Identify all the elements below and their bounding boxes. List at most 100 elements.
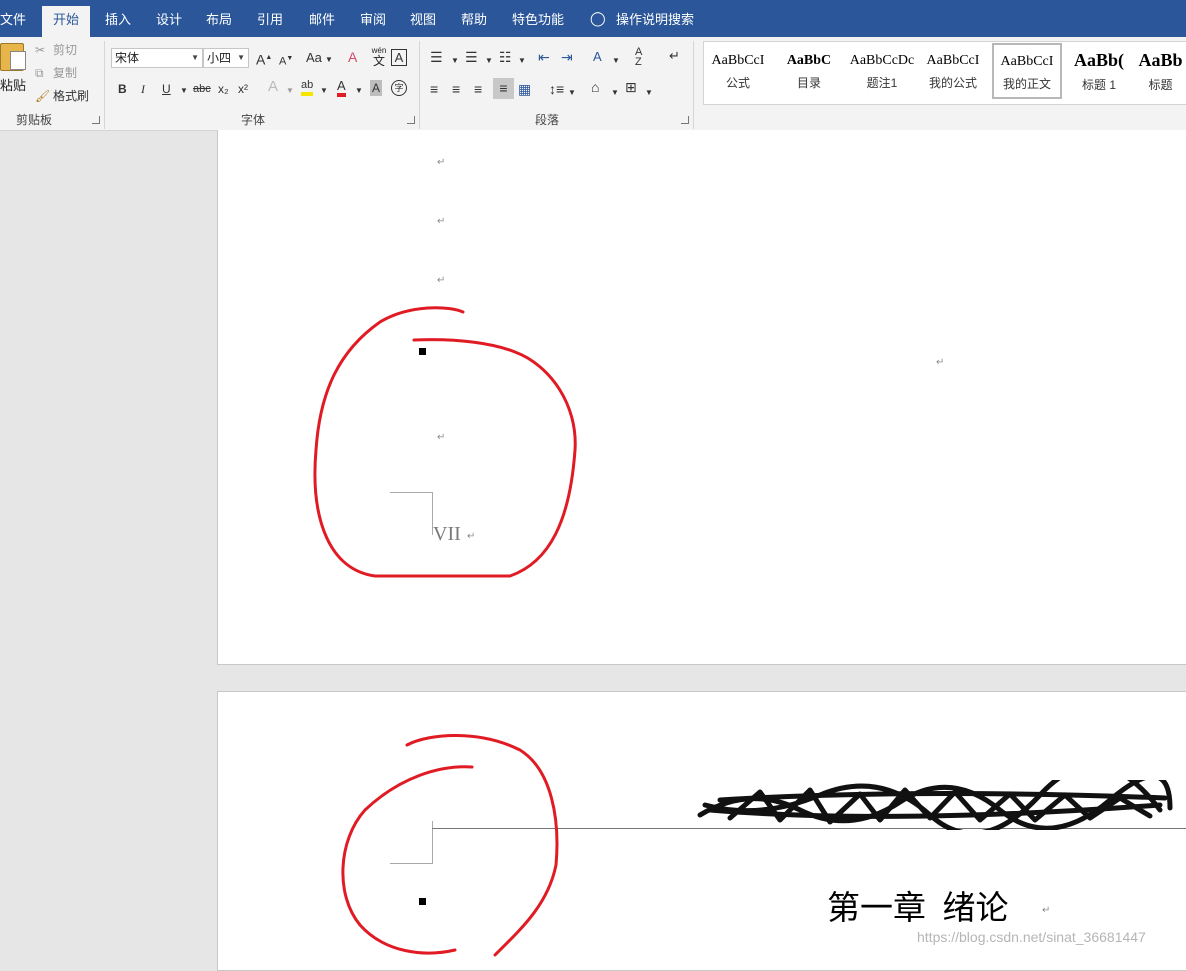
align-right-icon[interactable]: ≡ xyxy=(474,81,482,97)
chevron-down-icon[interactable]: ▼ xyxy=(451,53,459,69)
show-marks-icon[interactable]: ↵ xyxy=(669,48,680,64)
separator xyxy=(104,41,105,129)
tab-10[interactable]: 特色功能 xyxy=(512,0,564,37)
annotation-circle xyxy=(341,734,559,957)
page-icon xyxy=(10,51,26,70)
chevron-down-icon[interactable]: ▼ xyxy=(320,83,328,99)
superscript-button[interactable]: x² xyxy=(238,81,248,97)
clear-format-icon[interactable]: A xyxy=(348,49,357,65)
shading-icon[interactable]: ⌂ xyxy=(591,79,599,95)
chevron-down-icon[interactable]: ▼ xyxy=(355,83,363,99)
phonetic-guide-button[interactable]: wén 文 xyxy=(369,46,389,70)
subscript-button[interactable]: x₂ xyxy=(218,81,229,97)
format-painter-button[interactable]: 格式刷 xyxy=(53,88,89,104)
justify-icon[interactable]: ≡ xyxy=(493,78,514,99)
underline-button[interactable]: U xyxy=(162,81,171,97)
align-center-icon[interactable]: ≡ xyxy=(452,81,460,97)
text-effects-icon[interactable]: A xyxy=(268,79,278,95)
chinese-layout-icon[interactable]: A xyxy=(593,49,602,65)
style-name: 目录 xyxy=(796,76,821,90)
chevron-down-icon[interactable]: ▼ xyxy=(180,83,188,99)
style-name: 标题 xyxy=(1148,78,1173,92)
style-name: 我的公式 xyxy=(928,76,977,90)
clipboard-dialog-launcher[interactable] xyxy=(92,116,100,124)
paragraph-group-label: 段落 xyxy=(535,113,560,127)
style-preview: AaBb( xyxy=(1073,50,1124,70)
font-dialog-launcher[interactable] xyxy=(407,116,415,124)
tab-7[interactable]: 审阅 xyxy=(360,0,386,37)
line-spacing-icon[interactable]: ↕≡ xyxy=(549,81,564,97)
ribbon-home: 粘贴 ✂ 剪切 ⧉ 复制 🖌 格式刷 剪贴板 宋体 ▼ 小四 ▼ A▲ A▼ Aa … xyxy=(0,37,1186,131)
copy-button[interactable]: 复制 xyxy=(53,65,77,81)
chevron-down-icon[interactable]: ▼ xyxy=(325,52,333,68)
tab-8[interactable]: 视图 xyxy=(410,0,436,37)
strikethrough-button[interactable]: abc xyxy=(193,81,211,97)
style-preview: AaBbCcDc xyxy=(849,53,915,68)
shrink-font-icon[interactable]: A▼ xyxy=(279,51,293,70)
lightbulb-icon[interactable]: ◯ xyxy=(590,10,606,26)
style-preview: AaBbC xyxy=(786,53,832,68)
distributed-icon[interactable]: ▦ xyxy=(518,81,531,97)
tell-me-search[interactable]: 操作说明搜索 xyxy=(616,0,694,37)
character-border-button[interactable]: A xyxy=(391,49,407,66)
tab-3[interactable]: 设计 xyxy=(156,0,182,37)
italic-button[interactable]: I xyxy=(141,81,145,97)
tab-2[interactable]: 插入 xyxy=(105,0,131,37)
style-item-4[interactable]: AaBbCcI 我的正文 xyxy=(992,43,1062,99)
style-item-1[interactable]: AaBbC 目录 xyxy=(774,44,844,100)
tab-5[interactable]: 引用 xyxy=(257,0,283,37)
align-left-icon[interactable]: ≡ xyxy=(430,81,438,97)
chevron-down-icon[interactable]: ▼ xyxy=(645,85,653,101)
paintbrush-icon[interactable]: 🖌 xyxy=(35,88,50,104)
increase-indent-icon[interactable]: ⇥ xyxy=(561,49,573,65)
separator xyxy=(419,41,420,129)
tab-6[interactable]: 邮件 xyxy=(309,0,335,37)
chevron-down-icon[interactable]: ▼ xyxy=(286,83,294,99)
chevron-down-icon[interactable]: ▼ xyxy=(568,85,576,101)
chevron-down-icon[interactable]: ▼ xyxy=(485,53,493,69)
tab-4[interactable]: 布局 xyxy=(206,0,232,37)
highlight-icon[interactable]: ab xyxy=(301,79,314,96)
style-name: 我的正文 xyxy=(1002,77,1051,91)
tab-9[interactable]: 帮助 xyxy=(461,0,487,37)
font-size-combo[interactable]: 小四 ▼ xyxy=(203,48,249,68)
paste-button[interactable]: 粘贴 xyxy=(0,41,28,103)
paragraph-mark: ↵ xyxy=(437,275,446,286)
numbering-icon[interactable]: ☰ xyxy=(465,49,478,65)
borders-icon[interactable]: ⊞ xyxy=(625,79,637,95)
copy-icon[interactable]: ⧉ xyxy=(35,65,44,81)
font-color-icon[interactable]: A xyxy=(337,79,346,97)
style-item-2[interactable]: AaBbCcDc 题注1 xyxy=(847,44,917,100)
decrease-indent-icon[interactable]: ⇤ xyxy=(538,49,550,65)
paragraph-dialog-launcher[interactable] xyxy=(681,116,689,124)
watermark-text: https://blog.csdn.net/sinat_36681447 xyxy=(917,929,1146,945)
tab-1[interactable]: 开始 xyxy=(42,6,91,37)
change-case-button[interactable]: Aa xyxy=(306,50,322,66)
style-name: 公式 xyxy=(725,76,750,90)
chevron-down-icon[interactable]: ▼ xyxy=(611,85,619,101)
style-name: 标题 1 xyxy=(1081,78,1116,92)
cut-button[interactable]: 剪切 xyxy=(53,42,77,58)
redaction-scribble xyxy=(697,780,1173,830)
separator xyxy=(693,41,694,129)
chevron-down-icon[interactable]: ▼ xyxy=(518,53,526,69)
chevron-down-icon[interactable]: ▼ xyxy=(612,53,620,69)
bullets-icon[interactable]: ☰ xyxy=(430,49,443,65)
character-shading-button[interactable]: A xyxy=(370,80,383,96)
clipboard-group-label: 剪贴板 xyxy=(16,113,53,127)
chapter-title[interactable]: 第一章 绪论 xyxy=(827,881,1009,929)
scissors-icon[interactable]: ✂ xyxy=(35,42,45,58)
style-name: 题注1 xyxy=(866,76,898,90)
style-item-5[interactable]: AaBb( 标题 1 xyxy=(1064,44,1134,100)
tab-0[interactable]: 文件 xyxy=(0,0,26,37)
style-item-3[interactable]: AaBbCcI 我的公式 xyxy=(918,44,988,100)
multilevel-list-icon[interactable]: ☷ xyxy=(499,49,512,65)
bold-button[interactable]: B xyxy=(118,81,127,97)
style-item-0[interactable]: AaBbCcI 公式 xyxy=(703,44,773,100)
enclose-characters-button[interactable]: 字 xyxy=(391,80,407,96)
font-name-combo[interactable]: 宋体 ▼ xyxy=(111,48,203,68)
grow-font-icon[interactable]: A▲ xyxy=(256,50,272,68)
style-preview: AaBbCcI xyxy=(926,53,980,68)
style-item-6[interactable]: AaBb 标题 xyxy=(1135,44,1186,100)
sort-icon[interactable]: AZ xyxy=(635,47,642,68)
